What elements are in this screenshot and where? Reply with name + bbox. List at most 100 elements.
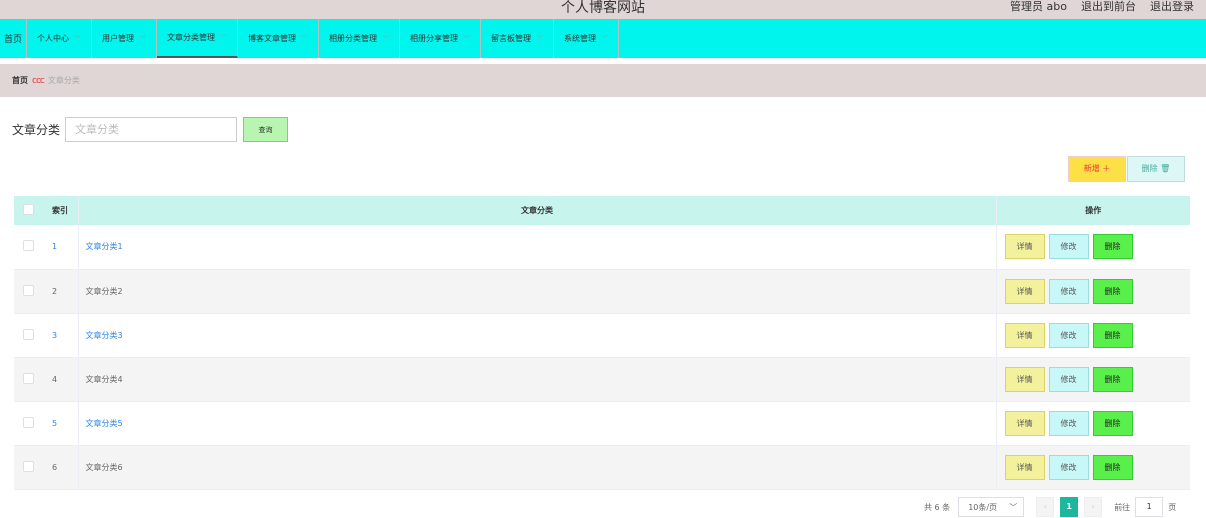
row-checkbox[interactable] xyxy=(23,240,34,252)
nav-label: 文章分类管理 xyxy=(167,33,216,42)
table-row: 3 文章分类3 详情 修改 删除 xyxy=(14,313,1190,358)
pagination: 共 6 条 10条/页 ﹀ ‹ 1 › 前往 1 页 xyxy=(924,497,1176,517)
nav-album-share[interactable]: 相册分享管理 ﹀ xyxy=(400,19,482,58)
detail-button[interactable]: 详情 xyxy=(1004,278,1045,304)
detail-button[interactable]: 详情 xyxy=(1004,322,1045,348)
nav-blog-article[interactable]: 博客文章管理 ﹀ xyxy=(238,19,320,58)
header-category: 文章分类 xyxy=(78,196,997,225)
main-nav: 首页 个人中心 ﹀ 用户管理 ﹀ 文章分类管理 ﹀ 博客文章管理 ﹀ 相册分类管理 ﹀ 相… xyxy=(0,19,1206,58)
search-button[interactable]: 查询 xyxy=(243,117,289,142)
table-row: 1 文章分类1 详情 修改 删除 xyxy=(14,225,1190,270)
search-label: 文章分类 xyxy=(12,123,61,137)
nav-message-board[interactable]: 留言板管理 ﹀ xyxy=(481,19,555,58)
row-checkbox[interactable] xyxy=(23,416,34,428)
row-actions: 详情 修改 删除 xyxy=(996,313,1190,358)
chevron-down-icon: ﹀ xyxy=(601,34,609,43)
back-to-frontend-link[interactable]: 退出到前台 xyxy=(1081,0,1136,14)
page-unit-label: 页 xyxy=(1168,502,1177,512)
detail-button[interactable]: 详情 xyxy=(1004,234,1045,260)
nav-user-management[interactable]: 用户管理 ﹀ xyxy=(92,19,158,58)
header-actions: 操作 xyxy=(996,196,1190,225)
nav-article-category[interactable]: 文章分类管理 ﹀ xyxy=(157,19,239,58)
table-row: 4 文章分类4 详情 修改 删除 xyxy=(14,357,1190,402)
row-category-name: 文章分类5 xyxy=(78,401,997,446)
row-checkbox[interactable] xyxy=(23,460,34,472)
row-select-cell xyxy=(14,225,40,270)
table-row: 6 文章分类6 详情 修改 删除 xyxy=(14,445,1190,490)
breadcrumb-home[interactable]: 首页 xyxy=(12,75,28,86)
nav-album-category[interactable]: 相册分类管理 ﹀ xyxy=(319,19,401,58)
nav-label: 首页 xyxy=(4,35,23,45)
next-page-button[interactable]: › xyxy=(1084,497,1103,517)
row-actions: 详情 修改 删除 xyxy=(996,225,1190,270)
delete-button[interactable]: 删除 xyxy=(1092,454,1133,480)
chevron-down-icon: ﹀ xyxy=(74,34,82,43)
row-actions: 详情 修改 删除 xyxy=(996,357,1190,402)
delete-button[interactable]: 删除 xyxy=(1092,410,1133,436)
nav-home[interactable]: 首页 xyxy=(0,19,28,58)
chevron-right-icon: › xyxy=(1091,502,1095,511)
category-search-input[interactable] xyxy=(65,117,238,142)
select-all-cell xyxy=(14,196,40,225)
edit-button[interactable]: 修改 xyxy=(1048,410,1089,436)
detail-button[interactable]: 详情 xyxy=(1004,410,1045,436)
select-all-checkbox[interactable] xyxy=(23,204,34,215)
logout-link[interactable]: 退出登录 xyxy=(1150,0,1194,14)
top-bar: 个人博客网站 管理员 abo 退出到前台 退出登录 xyxy=(0,0,1206,19)
row-checkbox[interactable] xyxy=(23,284,34,296)
edit-button[interactable]: 修改 xyxy=(1048,454,1089,480)
nav-personal-center[interactable]: 个人中心 ﹀ xyxy=(27,19,93,58)
row-category-name: 文章分类1 xyxy=(78,225,997,270)
nav-label: 相册分类管理 xyxy=(329,34,378,43)
row-select-cell xyxy=(14,401,40,446)
breadcrumb: 首页 ccc 文章分类 xyxy=(0,64,1206,97)
top-links: 管理员 abo 退出到前台 退出登录 xyxy=(1010,0,1194,14)
row-checkbox[interactable] xyxy=(23,328,34,340)
row-actions: 详情 修改 删除 xyxy=(996,269,1190,314)
row-category-name: 文章分类6 xyxy=(78,445,997,490)
breadcrumb-current: 文章分类 xyxy=(47,76,80,85)
detail-button[interactable]: 详情 xyxy=(1004,366,1045,392)
nav-label: 相册分享管理 xyxy=(410,34,459,43)
delete-button[interactable]: 删除 xyxy=(1092,278,1133,304)
goto-page-input[interactable]: 1 xyxy=(1135,497,1164,517)
detail-button[interactable]: 详情 xyxy=(1004,454,1045,480)
header-index: 索引 xyxy=(40,196,79,225)
edit-button[interactable]: 修改 xyxy=(1048,322,1089,348)
row-index: 1 xyxy=(40,225,79,270)
page-size-value: 10条/页 xyxy=(968,502,998,512)
row-checkbox[interactable] xyxy=(23,372,34,384)
edit-button[interactable]: 修改 xyxy=(1048,278,1089,304)
row-index: 6 xyxy=(40,445,79,490)
prev-page-button[interactable]: ‹ xyxy=(1036,497,1055,517)
breadcrumb-separator: ccc xyxy=(32,75,45,86)
delete-button[interactable]: 删除 xyxy=(1092,234,1133,260)
edit-button[interactable]: 修改 xyxy=(1048,234,1089,260)
nav-label: 博客文章管理 xyxy=(248,34,297,43)
nav-label: 个人中心 xyxy=(37,34,70,43)
nav-system[interactable]: 系统管理 ﹀ xyxy=(554,19,620,58)
category-table: 索引 文章分类 操作 1 文章分类1 详情 修改 删除 2 文章分类2 详情 修改 删除… xyxy=(14,196,1190,490)
chevron-down-icon: ﹀ xyxy=(1009,502,1018,512)
nav-label: 留言板管理 xyxy=(491,34,532,43)
row-category-name: 文章分类3 xyxy=(78,313,997,358)
row-index: 2 xyxy=(40,269,79,314)
chevron-down-icon: ﹀ xyxy=(301,34,309,43)
chevron-down-icon: ﹀ xyxy=(463,34,471,43)
chevron-down-icon: ﹀ xyxy=(536,34,544,43)
goto-label: 前往 xyxy=(1114,502,1131,512)
search-bar: 文章分类 查询 xyxy=(12,117,289,142)
row-category-name: 文章分类2 xyxy=(78,269,997,314)
edit-button[interactable]: 修改 xyxy=(1048,366,1089,392)
row-select-cell xyxy=(14,313,40,358)
chevron-down-icon: ﹀ xyxy=(139,34,147,43)
page-number-current[interactable]: 1 xyxy=(1060,497,1079,517)
add-button[interactable]: 新增 ＋ xyxy=(1068,156,1126,182)
row-index: 5 xyxy=(40,401,79,446)
page-size-select[interactable]: 10条/页 ﹀ xyxy=(958,497,1025,517)
total-count: 共 6 条 xyxy=(924,502,951,512)
batch-delete-button[interactable]: 删除 🗑 xyxy=(1127,156,1185,182)
delete-button[interactable]: 删除 xyxy=(1092,322,1133,348)
delete-button[interactable]: 删除 xyxy=(1092,366,1133,392)
row-category-name: 文章分类4 xyxy=(78,357,997,402)
